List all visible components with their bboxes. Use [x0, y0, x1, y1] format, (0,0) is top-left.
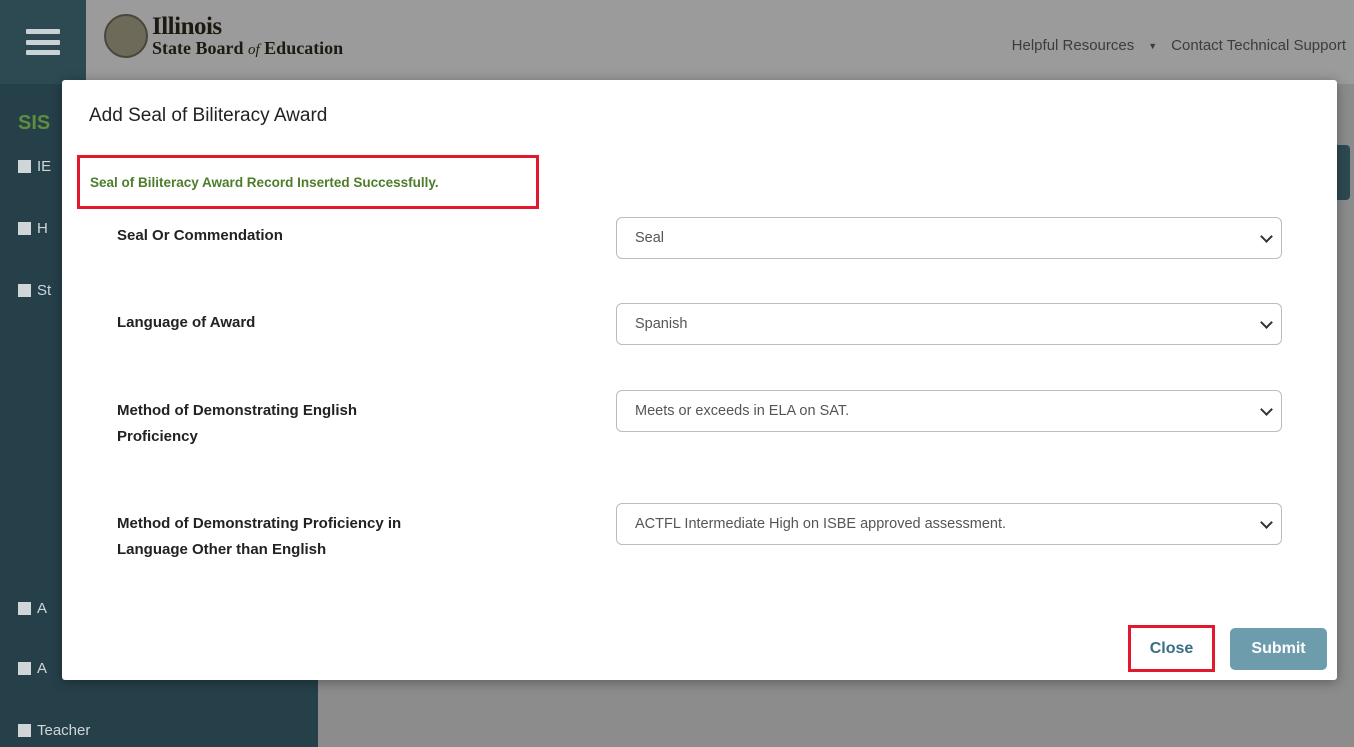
success-message: Seal of Biliteracy Award Record Inserted…	[90, 174, 439, 190]
add-seal-modal: Add Seal of Biliteracy Award Seal of Bil…	[62, 80, 1337, 680]
hamburger-icon	[26, 29, 60, 55]
english-proficiency-method-select[interactable]: Meets or exceeds in ELA on SAT.	[616, 390, 1282, 432]
state-seal-icon	[104, 14, 148, 58]
document-icon	[18, 602, 31, 615]
sidebar-item-0[interactable]: IE	[18, 158, 51, 175]
sidebar-item-3[interactable]: A	[18, 600, 47, 617]
submit-button[interactable]: Submit	[1230, 628, 1327, 670]
chevron-down-icon	[1260, 403, 1273, 416]
graduation-cap-icon	[18, 662, 31, 675]
sidebar-item-2[interactable]: St	[18, 282, 51, 299]
teacher-icon	[18, 724, 31, 737]
modal-title: Add Seal of Biliteracy Award	[89, 105, 328, 126]
other-language-proficiency-method-select[interactable]: ACTFL Intermediate High on ISBE approved…	[616, 503, 1282, 545]
hamburger-menu-button[interactable]	[0, 0, 86, 84]
logo-line1: Illinois	[152, 13, 222, 40]
sidebar-item-4[interactable]: A	[18, 660, 47, 677]
isbe-logo: Illinois State Board of Education	[104, 14, 343, 58]
sidebar-app-label: SIS	[18, 112, 51, 134]
header-links: Helpful Resources ▼ Contact Technical Su…	[1012, 37, 1346, 54]
close-button[interactable]: Close	[1150, 640, 1194, 658]
chevron-down-icon	[1260, 230, 1273, 243]
app-header: Illinois State Board of Education Helpfu…	[0, 0, 1354, 84]
student-icon	[18, 284, 31, 297]
chevron-down-icon	[1260, 316, 1273, 329]
caret-down-icon: ▼	[1148, 40, 1158, 51]
field-label-english-proficiency: Method of Demonstrating English Proficie…	[117, 402, 357, 445]
close-button-highlight: Close	[1128, 625, 1215, 672]
home-icon	[18, 222, 31, 235]
success-alert: Seal of Biliteracy Award Record Inserted…	[77, 155, 539, 209]
field-label-other-language-proficiency: Method of Demonstrating Proficiency in L…	[117, 515, 402, 558]
user-icon	[18, 160, 31, 173]
helpful-resources-link[interactable]: Helpful Resources	[1012, 37, 1135, 54]
language-of-award-select[interactable]: Spanish	[616, 303, 1282, 345]
field-label-seal-or-commendation: Seal Or Commendation	[117, 227, 283, 244]
logo-line2: State Board of Education	[152, 38, 344, 58]
chevron-down-icon	[1260, 516, 1273, 529]
field-label-language-of-award: Language of Award	[117, 314, 256, 331]
contact-support-link[interactable]: Contact Technical Support	[1171, 37, 1346, 54]
sidebar-item-teacher[interactable]: Teacher	[18, 722, 90, 739]
sidebar-item-1[interactable]: H	[18, 220, 48, 237]
seal-or-commendation-select[interactable]: Seal	[616, 217, 1282, 259]
